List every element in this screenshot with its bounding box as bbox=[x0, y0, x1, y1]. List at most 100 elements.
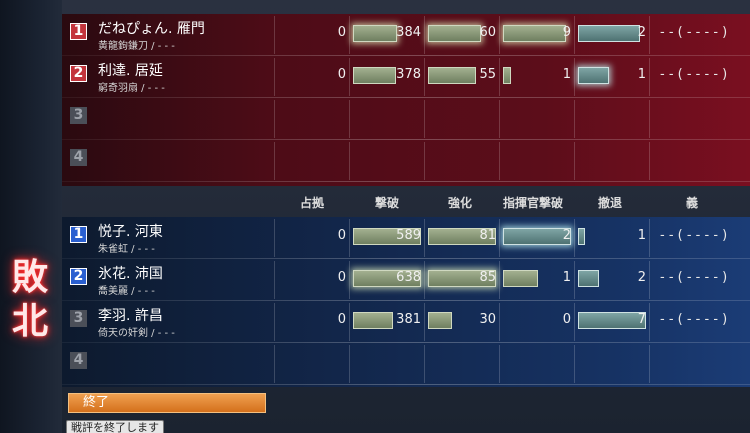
cell-divider bbox=[499, 345, 500, 383]
cell-divider bbox=[499, 142, 500, 180]
cell-divider bbox=[274, 345, 275, 383]
cell-divider bbox=[274, 219, 275, 257]
stat-gi: - - ( - - - - ) bbox=[660, 270, 728, 285]
player-row: 1 だねぴょん. 雁門 黄龍鉤鎌刀 / - - - 0 384 60 9 2 - - ( - -… bbox=[62, 14, 750, 56]
cell-divider bbox=[499, 16, 500, 54]
rank-badge: 2 bbox=[70, 65, 87, 82]
stat-retreat: 2 bbox=[637, 25, 646, 40]
cell-divider bbox=[424, 303, 425, 341]
cell-divider bbox=[274, 100, 275, 138]
stat-boost: 85 bbox=[479, 270, 496, 285]
cell-divider bbox=[274, 142, 275, 180]
header-occupy: 占拠 bbox=[300, 196, 325, 210]
team-red-panel: 1 だねぴょん. 雁門 黄龍鉤鎌刀 / - - - 0 384 60 9 2 - - ( - -… bbox=[62, 14, 750, 186]
player-weapon: 窮奇羽扇 / - - - bbox=[98, 83, 165, 94]
cell-divider bbox=[349, 345, 350, 383]
team-blue-panel: 1 悦子. 河東 朱雀虹 / - - - 0 589 81 2 1 - - ( - - - - … bbox=[62, 217, 750, 387]
stat-occupy: 0 bbox=[337, 25, 346, 40]
left-strip: 敗北 bbox=[0, 0, 62, 433]
cell-divider bbox=[349, 219, 350, 257]
stat-occupy: 0 bbox=[337, 67, 346, 82]
cell-divider bbox=[424, 16, 425, 54]
stat-gi: - - ( - - - - ) bbox=[660, 312, 728, 327]
stat-boost: 30 bbox=[479, 312, 496, 327]
end-tooltip: 戦評を終了します bbox=[66, 420, 164, 433]
header-kills: 撃破 bbox=[375, 196, 400, 210]
player-weapon: 黄龍鉤鎌刀 / - - - bbox=[98, 41, 175, 52]
cell-divider bbox=[499, 303, 500, 341]
player-name: 氷花. 沛国 bbox=[98, 266, 163, 282]
player-name: 李羽. 許昌 bbox=[98, 308, 163, 324]
cell-divider bbox=[349, 16, 350, 54]
cell-divider bbox=[274, 58, 275, 96]
cell-divider bbox=[574, 16, 575, 54]
header-retreat: 撤退 bbox=[598, 196, 623, 210]
cell-divider bbox=[349, 58, 350, 96]
stat-kills: 638 bbox=[396, 270, 421, 285]
result-label: 敗北 bbox=[11, 256, 48, 342]
header-boost: 強化 bbox=[448, 196, 473, 210]
stat-boost: 60 bbox=[479, 25, 496, 40]
stat-commander-kills: 2 bbox=[562, 228, 571, 243]
stat-kills: 381 bbox=[396, 312, 421, 327]
stat-gi: - - ( - - - - ) bbox=[660, 67, 728, 82]
stat-boost: 81 bbox=[479, 228, 496, 243]
rank-badge: 1 bbox=[70, 23, 87, 40]
rank-badge: 4 bbox=[70, 352, 87, 369]
cell-divider bbox=[649, 219, 650, 257]
cell-divider bbox=[274, 16, 275, 54]
cell-divider bbox=[274, 303, 275, 341]
stat-gi: - - ( - - - - ) bbox=[660, 228, 728, 243]
cell-divider bbox=[574, 345, 575, 383]
stat-headers: 占拠 撃破 強化 指揮官撃破 撤退 義 bbox=[62, 190, 750, 214]
cell-divider bbox=[649, 100, 650, 138]
rank-badge: 2 bbox=[70, 268, 87, 285]
player-row: 2 利達. 居延 窮奇羽扇 / - - - 0 378 55 1 1 - - ( - - - -… bbox=[62, 56, 750, 98]
stat-retreat: 2 bbox=[637, 270, 646, 285]
cell-divider bbox=[349, 303, 350, 341]
player-row: 1 悦子. 河東 朱雀虹 / - - - 0 589 81 2 1 - - ( - - - - … bbox=[62, 217, 750, 259]
rank-badge: 1 bbox=[70, 226, 87, 243]
cell-divider bbox=[574, 100, 575, 138]
player-weapon: 喬美麗 / - - - bbox=[98, 286, 155, 297]
cell-divider bbox=[649, 142, 650, 180]
player-row: 3 李羽. 許昌 倚天の奸剣 / - - - 0 381 30 0 7 - - ( - - - … bbox=[62, 301, 750, 343]
stat-commander-kills: 0 bbox=[562, 312, 571, 327]
stat-occupy: 0 bbox=[337, 228, 346, 243]
player-row: 4 bbox=[62, 140, 750, 182]
stat-occupy: 0 bbox=[337, 270, 346, 285]
stat-commander-kills: 1 bbox=[562, 67, 571, 82]
cell-divider bbox=[499, 219, 500, 257]
stat-kills: 589 bbox=[396, 228, 421, 243]
cell-divider bbox=[499, 58, 500, 96]
cell-divider bbox=[649, 261, 650, 299]
end-button-label: 終了 bbox=[83, 395, 110, 410]
stat-retreat: 1 bbox=[637, 67, 646, 82]
cell-divider bbox=[349, 142, 350, 180]
player-row: 4 bbox=[62, 343, 750, 385]
cell-divider bbox=[574, 303, 575, 341]
player-row: 3 bbox=[62, 98, 750, 140]
end-button[interactable]: 終了 bbox=[68, 393, 266, 413]
rank-badge: 3 bbox=[70, 310, 87, 327]
cell-divider bbox=[424, 142, 425, 180]
cell-divider bbox=[424, 219, 425, 257]
cell-divider bbox=[424, 100, 425, 138]
cell-divider bbox=[499, 100, 500, 138]
player-row: 2 氷花. 沛国 喬美麗 / - - - 0 638 85 1 2 - - ( - - - - … bbox=[62, 259, 750, 301]
cell-divider bbox=[574, 58, 575, 96]
rank-badge: 4 bbox=[70, 149, 87, 166]
player-weapon: 倚天の奸剣 / - - - bbox=[98, 328, 175, 339]
cell-divider bbox=[499, 261, 500, 299]
cell-divider bbox=[424, 58, 425, 96]
cell-divider bbox=[424, 345, 425, 383]
stat-boost: 55 bbox=[479, 67, 496, 82]
cell-divider bbox=[649, 303, 650, 341]
cell-divider bbox=[274, 261, 275, 299]
rank-badge: 3 bbox=[70, 107, 87, 124]
cell-divider bbox=[649, 16, 650, 54]
cell-divider bbox=[574, 219, 575, 257]
player-weapon: 朱雀虹 / - - - bbox=[98, 244, 155, 255]
cell-divider bbox=[349, 100, 350, 138]
stat-gi: - - ( - - - - ) bbox=[660, 25, 728, 40]
